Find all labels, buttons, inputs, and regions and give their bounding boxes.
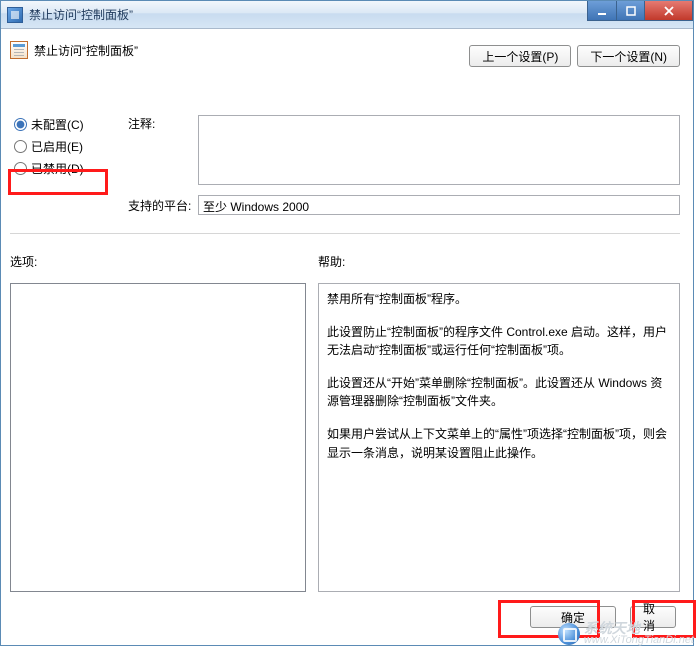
comment-label: 注释: — [128, 115, 155, 132]
titlebar[interactable]: 禁止访问“控制面板” — [1, 1, 693, 29]
radio-not-configured-input[interactable] — [14, 118, 27, 131]
options-panel — [10, 283, 306, 592]
policy-heading: 禁止访问“控制面板” — [8, 35, 140, 59]
close-button[interactable] — [645, 1, 693, 21]
comment-textarea[interactable] — [198, 115, 680, 185]
radio-not-configured-label: 未配置(C) — [31, 116, 84, 133]
radio-disabled-label: 已禁用(D) — [31, 160, 84, 177]
prev-setting-button[interactable]: 上一个设置(P) — [469, 45, 571, 67]
help-paragraph: 此设置防止“控制面板”的程序文件 Control.exe 启动。这样，用户无法启… — [327, 323, 671, 360]
client-area: 禁止访问“控制面板” 上一个设置(P) 下一个设置(N) 未配置(C) 已启用(… — [8, 35, 686, 638]
policy-title: 禁止访问“控制面板” — [34, 42, 138, 59]
platform-label: 支持的平台: — [128, 197, 198, 214]
radio-enabled-input[interactable] — [14, 140, 27, 153]
window-buttons — [587, 1, 693, 21]
separator — [10, 233, 680, 234]
platform-value: 至少 Windows 2000 — [198, 195, 680, 215]
help-paragraph: 如果用户尝试从上下文菜单上的“属性”项选择“控制面板”项，则会显示一条消息，说明… — [327, 425, 671, 462]
help-paragraph: 禁用所有“控制面板”程序。 — [327, 290, 671, 309]
radio-enabled-label: 已启用(E) — [31, 138, 83, 155]
help-label: 帮助: — [318, 253, 345, 270]
ok-button[interactable]: 确定 — [530, 606, 616, 628]
nav-buttons: 上一个设置(P) 下一个设置(N) — [469, 35, 686, 67]
app-icon — [7, 7, 23, 23]
maximize-button[interactable] — [617, 1, 645, 21]
platform-row: 支持的平台: 至少 Windows 2000 — [128, 195, 680, 215]
dialog-footer: 确定 取消 — [8, 600, 680, 634]
header-row: 禁止访问“控制面板” 上一个设置(P) 下一个设置(N) — [8, 35, 686, 67]
minimize-button[interactable] — [587, 1, 617, 21]
help-panel[interactable]: 禁用所有“控制面板”程序。 此设置防止“控制面板”的程序文件 Control.e… — [318, 283, 680, 592]
help-paragraph: 此设置还从“开始”菜单删除“控制面板”。此设置还从 Windows 资源管理器删… — [327, 374, 671, 411]
next-setting-button[interactable]: 下一个设置(N) — [577, 45, 680, 67]
cancel-button[interactable]: 取消 — [630, 606, 676, 628]
window-frame: 禁止访问“控制面板” 禁止访问“控制面板” 上一个设置(P) 下一个设置(N) — [0, 0, 694, 646]
window-title: 禁止访问“控制面板” — [29, 6, 133, 23]
options-label: 选项: — [10, 253, 37, 270]
radio-disabled-input[interactable] — [14, 162, 27, 175]
policy-icon — [10, 41, 28, 59]
